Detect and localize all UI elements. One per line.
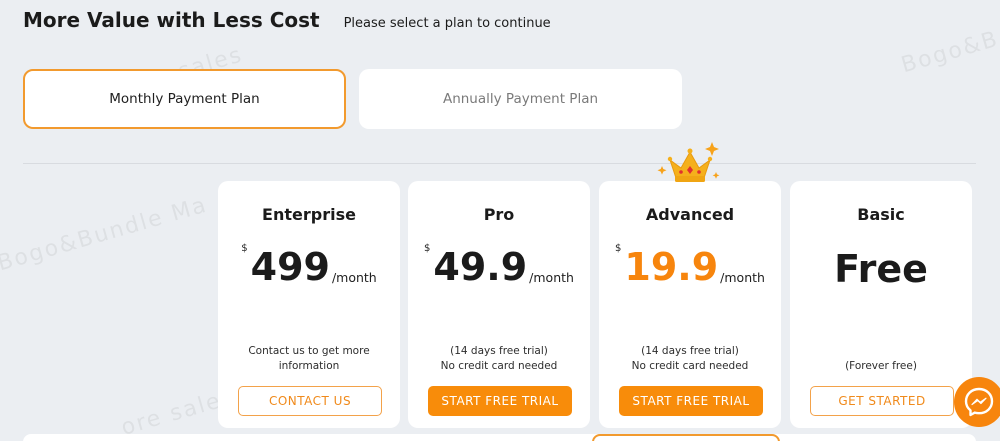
start-free-trial-button[interactable]: START FREE TRIAL (619, 386, 763, 416)
watermark: Bogo&Bundle Ma (0, 192, 211, 277)
crown-icon (657, 142, 720, 182)
page-header: More Value with Less Cost Please select … (23, 8, 551, 32)
plan-note: No credit card needed (631, 360, 749, 372)
currency-symbol: $ (241, 243, 248, 254)
plan-note: Contact us to get more (248, 345, 370, 357)
price: $ 49.9 /month (408, 241, 590, 293)
currency-symbol: $ (424, 243, 431, 254)
messenger-icon (964, 387, 994, 417)
plan-note: information (278, 360, 340, 372)
watermark: ore sale (118, 388, 225, 441)
price: $ 499 /month (218, 241, 400, 293)
plan-card-pro: Pro $ 49.9 /month (14 days free trial) N… (408, 181, 590, 428)
tab-label: Annually Payment Plan (442, 91, 599, 107)
price-amount: 499 (250, 245, 330, 289)
plan-name: Pro (483, 205, 515, 224)
plan-note: (14 days free trial) (450, 345, 548, 357)
next-section-panel (23, 434, 976, 441)
plan-name: Advanced (645, 205, 735, 224)
divider (23, 163, 976, 164)
price-period: /month (720, 270, 765, 285)
page-title: More Value with Less Cost (23, 8, 320, 32)
tab-monthly-payment-plan[interactable]: Monthly Payment Plan (23, 69, 346, 129)
messenger-chat-button[interactable] (954, 377, 1000, 427)
selected-panel-outline (592, 434, 780, 441)
price-amount: 19.9 (624, 245, 719, 289)
watermark: Bogo&B (898, 26, 1000, 79)
price: $ 19.9 /month (599, 241, 781, 293)
plan-card-basic: Basic Free (Forever free) GET STARTED (790, 181, 972, 428)
plan-card-advanced: Advanced $ 19.9 /month (14 days free tri… (599, 181, 781, 428)
price-amount: Free (834, 247, 928, 291)
plan-name: Enterprise (262, 205, 356, 224)
price-period: /month (331, 270, 377, 285)
price-period: /month (529, 270, 574, 285)
tab-annually-payment-plan[interactable]: Annually Payment Plan (359, 69, 682, 129)
plan-note: (14 days free trial) (641, 345, 739, 357)
plan-note: (Forever free) (845, 360, 917, 372)
contact-us-button[interactable]: CONTACT US (238, 386, 382, 416)
page-subtitle: Please select a plan to continue (343, 16, 551, 31)
get-started-button[interactable]: GET STARTED (810, 386, 954, 416)
plan-card-enterprise: Enterprise $ 499 /month Contact us to ge… (218, 181, 400, 428)
currency-symbol: $ (615, 243, 622, 254)
price-amount: 49.9 (433, 245, 528, 289)
start-free-trial-button[interactable]: START FREE TRIAL (428, 386, 572, 416)
plan-name: Basic (857, 205, 905, 224)
tab-label: Monthly Payment Plan (109, 91, 260, 107)
plan-note: No credit card needed (440, 360, 558, 372)
pricing-page: Bogo&Bundle Ma Bogo&B ore sales ore sale… (0, 0, 1000, 441)
